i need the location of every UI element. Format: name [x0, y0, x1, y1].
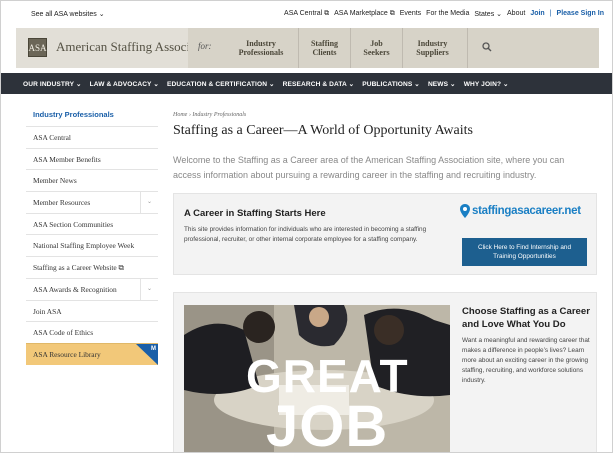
- member-badge-letter: M: [151, 345, 156, 352]
- location-pin-icon: [460, 204, 470, 218]
- intro-text: Welcome to the Staffing as a Career area…: [173, 155, 565, 180]
- utility-divider: |: [549, 10, 552, 17]
- chevron-down-icon[interactable]: ⌄: [140, 278, 158, 300]
- cta-heading: A Career in Staffing Starts Here: [184, 208, 326, 219]
- utility-bar: See all ASA websites ⌄ ASA Central ⧉ ASA…: [1, 1, 612, 26]
- sidebar-item-asa-central[interactable]: ASA Central: [26, 126, 158, 148]
- events-link[interactable]: Events: [400, 10, 421, 18]
- site-header: ASA American Staffing Association for: I…: [16, 28, 599, 68]
- about-link[interactable]: About: [507, 10, 525, 18]
- nav-why-join[interactable]: WHY JOIN? ⌄: [464, 80, 509, 88]
- image-text-job: JOB: [266, 394, 389, 453]
- feature-card: GREAT JOB Choose Staffing as a Career an…: [173, 292, 597, 453]
- sidebar-item-resource-library[interactable]: ASA Resource Library M: [26, 342, 158, 365]
- utility-links: ASA Central ⧉ ASA Marketplace ⧉ Events F…: [279, 10, 604, 18]
- chevron-down-icon[interactable]: ⌄: [140, 192, 158, 214]
- see-all-websites-link[interactable]: See all ASA websites ⌄: [31, 10, 105, 18]
- sidebar-item-awards-recognition[interactable]: ASA Awards & Recognition ⌄: [26, 277, 158, 300]
- sidebar-item-section-communities[interactable]: ASA Section Communities: [26, 212, 158, 235]
- nav-law-advocacy[interactable]: LAW & ADVOCACY ⌄: [90, 80, 159, 88]
- sidebar-item-career-website[interactable]: Staffing as a Career Website ⧉: [26, 256, 158, 278]
- audience-job-seekers[interactable]: Job Seekers: [350, 28, 402, 68]
- sidebar-item-join-asa[interactable]: Join ASA: [26, 299, 158, 322]
- feature-body: Want a meaningful and rewarding career t…: [462, 337, 590, 384]
- nav-news[interactable]: NEWS ⌄: [428, 80, 456, 88]
- search-icon: [482, 42, 492, 52]
- asa-central-link[interactable]: ASA Central ⧉: [284, 10, 329, 18]
- for-the-media-link[interactable]: For the Media: [426, 10, 469, 18]
- nav-research-data[interactable]: RESEARCH & DATA ⌄: [283, 80, 355, 88]
- sidebar-item-member-benefits[interactable]: ASA Member Benefits: [26, 147, 158, 170]
- audience-staffing-clients[interactable]: Staffing Clients: [298, 28, 350, 68]
- audience-industry-professionals[interactable]: Industry Professionals: [224, 28, 298, 68]
- search-button[interactable]: [467, 28, 599, 68]
- sidebar-item-member-news[interactable]: Member News: [26, 169, 158, 191]
- asa-marketplace-link[interactable]: ASA Marketplace ⧉: [334, 10, 395, 18]
- for-label: for:: [198, 41, 212, 51]
- cta-body: This site provides information for indiv…: [184, 226, 427, 243]
- asa-logo-mark[interactable]: ASA: [28, 38, 47, 57]
- sidebar-heading[interactable]: Industry Professionals: [26, 104, 158, 126]
- site-url: staffingasacareer.net: [472, 205, 581, 217]
- sidebar-item-member-resources[interactable]: Member Resources ⌄: [26, 191, 158, 214]
- sidebar: Industry Professionals ASA Central ASA M…: [26, 104, 158, 365]
- breadcrumb[interactable]: Home › Industry Professionals: [173, 112, 246, 118]
- sign-in-link[interactable]: Please Sign In: [557, 10, 604, 18]
- sidebar-item-employee-week[interactable]: National Staffing Employee Week: [26, 234, 158, 256]
- staffingasacareer-logo[interactable]: staffingasacareer.net: [460, 204, 581, 218]
- states-dropdown[interactable]: States ⌄: [474, 10, 502, 18]
- page: See all ASA websites ⌄ ASA Central ⧉ ASA…: [0, 0, 613, 453]
- page-title: Staffing as a Career—A World of Opportun…: [173, 123, 473, 138]
- internship-opportunities-button[interactable]: Click Here to Find Internship and Traini…: [462, 238, 587, 266]
- main-nav: OUR INDUSTRY ⌄ LAW & ADVOCACY ⌄ EDUCATIO…: [1, 73, 612, 94]
- feature-heading[interactable]: Choose Staffing as a Career and Love Wha…: [462, 306, 592, 331]
- career-cta-card: A Career in Staffing Starts Here This si…: [173, 193, 597, 275]
- nav-publications[interactable]: PUBLICATIONS ⌄: [362, 80, 420, 88]
- audience-nav: for: Industry Professionals Staffing Clien…: [188, 28, 599, 68]
- nav-education-certification[interactable]: EDUCATION & CERTIFICATION ⌄: [167, 80, 275, 88]
- join-link[interactable]: Join: [530, 10, 544, 18]
- audience-industry-suppliers[interactable]: Industry Suppliers: [402, 28, 462, 68]
- nav-our-industry[interactable]: OUR INDUSTRY ⌄: [23, 80, 82, 88]
- sidebar-item-code-of-ethics[interactable]: ASA Code of Ethics: [26, 321, 158, 343]
- great-job-photo[interactable]: GREAT JOB: [184, 305, 450, 453]
